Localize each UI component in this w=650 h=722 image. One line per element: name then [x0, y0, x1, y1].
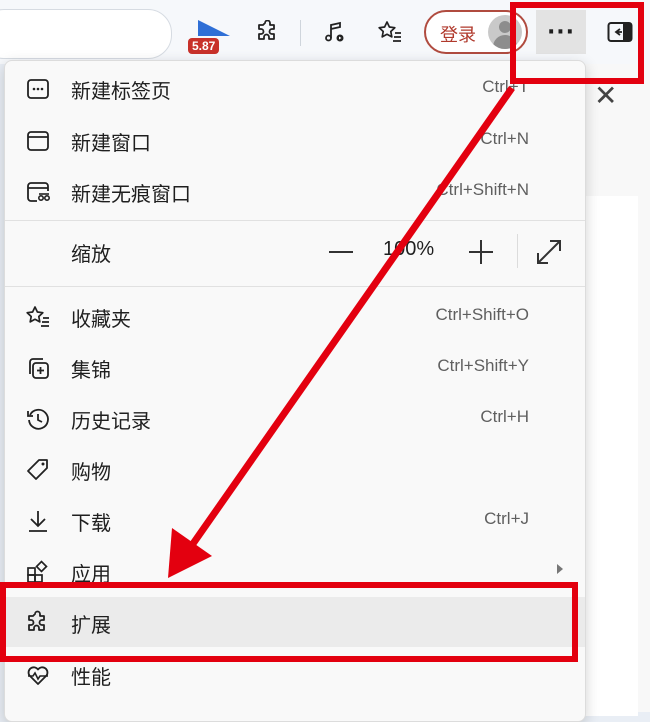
sidebar-icon [607, 22, 633, 42]
menu-item-zoom: 缩放 100% [5, 226, 585, 276]
menu-item-history[interactable]: 历史记录 Ctrl+H [5, 393, 585, 443]
menu-item-label: 性能 [71, 665, 111, 689]
settings-more-button[interactable]: ··· [536, 10, 586, 54]
menu-item-downloads[interactable]: 下载 Ctrl+J [5, 495, 585, 545]
badge-count: 5.87 [188, 38, 220, 54]
menu-item-label: 新建窗口 [71, 131, 151, 155]
submenu-arrow-icon [557, 564, 563, 574]
zoom-in-button[interactable] [463, 234, 499, 270]
fullscreen-icon[interactable] [535, 238, 563, 266]
login-label: 登录 [440, 25, 476, 46]
favorites-icon [378, 21, 401, 42]
address-bar[interactable] [0, 9, 172, 59]
zoom-label: 缩放 [71, 242, 111, 266]
shortcut-text: Ctrl+N [480, 129, 529, 148]
collections-icon [29, 358, 49, 379]
history-icon [27, 408, 49, 430]
shortcut-text: Ctrl+T [482, 77, 529, 96]
zoom-value: 100% [383, 238, 435, 260]
toolbar-divider [300, 20, 301, 46]
new-window-icon [27, 131, 49, 151]
menu-item-label: 集锦 [71, 358, 111, 382]
menu-item-label: 新建标签页 [71, 79, 171, 103]
menu-item-apps[interactable]: 应用 [5, 546, 585, 596]
avatar-icon [488, 15, 522, 49]
background-page: ✕ [580, 64, 650, 716]
menu-item-extensions[interactable]: 扩展 [5, 597, 585, 647]
menu-divider [5, 286, 585, 287]
shortcut-text: Ctrl+Shift+O [435, 305, 529, 324]
menu-item-shopping[interactable]: 购物 [5, 444, 585, 494]
menu-item-favorites[interactable]: 收藏夹 Ctrl+Shift+O [5, 291, 585, 341]
download-icon [29, 511, 47, 532]
menu-item-label: 收藏夹 [71, 307, 131, 331]
apps-icon [27, 560, 48, 583]
more-icon: ··· [546, 19, 576, 45]
plus-icon [469, 240, 493, 264]
browser-toolbar: 5.87 登录 ··· [0, 0, 650, 64]
sidebar-toggle-button[interactable] [602, 14, 638, 50]
media-badge-button[interactable]: 5.87 [188, 14, 232, 56]
menu-item-label: 应用 [71, 562, 111, 586]
close-icon[interactable]: ✕ [594, 82, 617, 110]
shortcut-text: Ctrl+J [484, 509, 529, 528]
menu-item-label: 下载 [71, 511, 111, 535]
zoom-out-button[interactable] [323, 234, 359, 270]
page-content-area [580, 196, 638, 716]
menu-item-new-tab[interactable]: 新建标签页 Ctrl+T [5, 63, 585, 113]
minus-icon [329, 251, 353, 253]
extensions-icon [28, 610, 45, 631]
zoom-divider [517, 234, 518, 268]
menu-item-label: 购物 [71, 460, 111, 484]
menu-item-label: 历史记录 [71, 409, 151, 433]
extensions-icon [258, 20, 275, 40]
menu-divider [5, 220, 585, 221]
menu-item-label: 新建无痕窗口 [71, 182, 191, 206]
menu-item-performance[interactable]: 性能 [5, 649, 585, 699]
shopping-tag-icon [27, 459, 48, 480]
menu-item-new-window[interactable]: 新建窗口 Ctrl+N [5, 115, 585, 165]
login-button[interactable]: 登录 [424, 10, 528, 54]
extensions-button[interactable] [250, 14, 286, 50]
new-tab-icon [27, 79, 49, 99]
inprivate-icon [27, 182, 50, 202]
shortcut-text: Ctrl+H [480, 407, 529, 426]
menu-item-collections[interactable]: 集锦 Ctrl+Shift+Y [5, 342, 585, 392]
performance-icon [27, 666, 49, 685]
favorites-icon [26, 306, 49, 327]
shortcut-text: Ctrl+Shift+N [436, 180, 529, 199]
music-button[interactable] [316, 14, 352, 50]
menu-item-label: 扩展 [71, 613, 111, 637]
shortcut-text: Ctrl+Shift+Y [437, 356, 529, 375]
settings-menu: 新建标签页 Ctrl+T 新建窗口 Ctrl+N 新建无痕窗口 Ctrl+Shi… [4, 60, 586, 722]
menu-item-new-inprivate[interactable]: 新建无痕窗口 Ctrl+Shift+N [5, 166, 585, 216]
favorites-button[interactable] [372, 14, 408, 50]
music-icon [325, 21, 344, 42]
